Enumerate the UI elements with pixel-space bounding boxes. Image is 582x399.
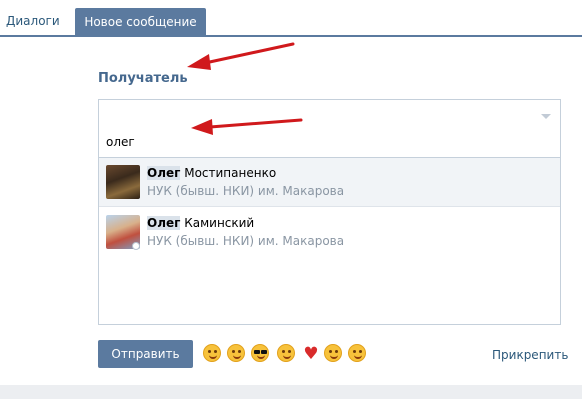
kiss-emoji-icon[interactable] bbox=[203, 344, 221, 362]
send-button[interactable]: Отправить bbox=[98, 340, 193, 368]
tab-new-message[interactable]: Новое сообщение bbox=[75, 8, 206, 36]
wink-emoji-icon[interactable] bbox=[227, 344, 245, 362]
online-status-icon bbox=[132, 242, 140, 250]
dropdown-caret-icon[interactable] bbox=[541, 114, 551, 119]
name-highlight: Олег bbox=[147, 166, 181, 180]
suggestion-subtitle: НУК (бывш. НКИ) им. Макарова bbox=[147, 184, 345, 198]
panel-footer-shade bbox=[0, 385, 582, 399]
suggestion-name: Олег Каминский bbox=[147, 216, 254, 230]
heart-icon[interactable]: ♥ bbox=[302, 345, 320, 363]
tab-dialogs[interactable]: Диалоги bbox=[6, 9, 60, 35]
name-rest: Каминский bbox=[180, 216, 255, 230]
tab-bar: Диалоги Новое сообщение bbox=[0, 0, 582, 38]
attach-link[interactable]: Прикрепить bbox=[492, 348, 568, 362]
recipient-suggestions: Олег Мостипаненко НУК (бывш. НКИ) им. Ма… bbox=[98, 157, 561, 257]
tongue-emoji-icon[interactable] bbox=[348, 344, 366, 362]
avatar bbox=[106, 165, 140, 199]
smile-emoji-icon[interactable] bbox=[324, 344, 342, 362]
name-rest: Мостипаненко bbox=[180, 166, 277, 180]
name-highlight: Олег bbox=[147, 216, 181, 230]
sunglasses-emoji-icon[interactable] bbox=[251, 344, 269, 362]
suggestion-subtitle: НУК (бывш. НКИ) им. Макарова bbox=[147, 234, 345, 248]
suggestion-item[interactable]: Олег Мостипаненко НУК (бывш. НКИ) им. Ма… bbox=[99, 158, 560, 207]
recipient-label: Получатель bbox=[98, 71, 188, 86]
message-textarea[interactable] bbox=[98, 257, 561, 325]
suggestion-item[interactable]: Олег Каминский НУК (бывш. НКИ) им. Макар… bbox=[99, 208, 560, 257]
grin-emoji-icon[interactable] bbox=[277, 344, 295, 362]
recipient-input[interactable] bbox=[106, 133, 506, 151]
recipient-field[interactable] bbox=[98, 99, 561, 157]
suggestion-name: Олег Мостипаненко bbox=[147, 166, 276, 180]
